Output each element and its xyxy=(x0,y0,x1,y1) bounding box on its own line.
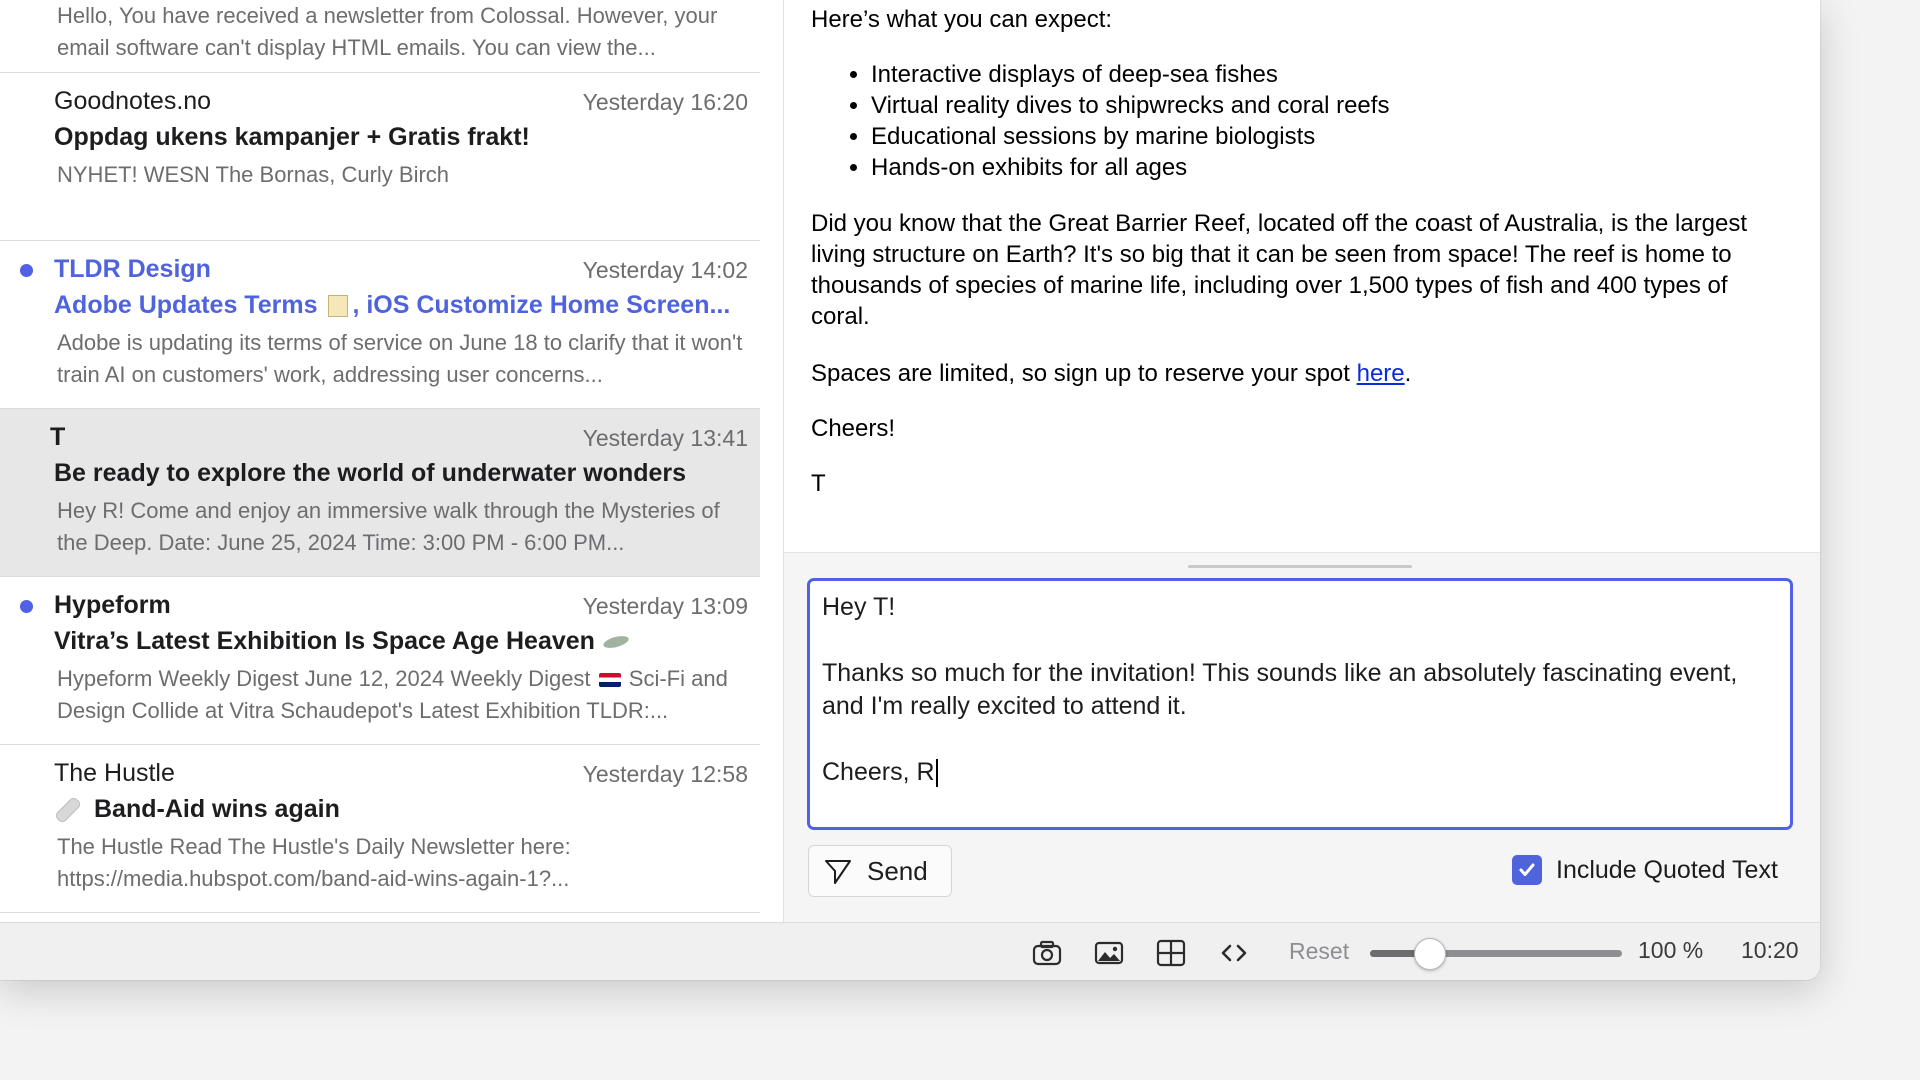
message-sender: The Hustle xyxy=(54,759,175,787)
memo-icon xyxy=(328,295,349,318)
message-subject: Be ready to explore the world of underwa… xyxy=(54,459,687,487)
list-item[interactable]: The Hustle Yesterday 12:58 Band-Aid wins… xyxy=(0,745,760,913)
message-list[interactable]: Hello, You have received a newsletter fr… xyxy=(0,0,760,922)
image-icon[interactable] xyxy=(1093,937,1125,969)
message-subject: Vitra’s Latest Exhibition Is Space Age H… xyxy=(54,627,744,656)
reply-panel: Hey T! Thanks so much for the invitation… xyxy=(784,552,1820,923)
list-item-selected[interactable]: T Yesterday 13:41 Be ready to explore th… xyxy=(0,409,760,577)
subject-part: Adobe Updates Terms xyxy=(54,291,325,319)
send-button[interactable]: Send xyxy=(808,845,952,897)
message-time: Yesterday 12:58 xyxy=(582,761,748,787)
bullet-item: Interactive displays of deep-sea fishes xyxy=(871,59,1389,90)
text-caret xyxy=(935,759,938,788)
bottom-toolbar: Reset 100 % 10:20 xyxy=(0,922,1820,980)
list-item[interactable]: Hypeform Yesterday 13:09 Vitra’s Latest … xyxy=(0,577,760,745)
list-item[interactable]: Goodnotes.no Yesterday 16:20 Oppdag uken… xyxy=(0,73,760,241)
mail-window: Hello, You have received a newsletter fr… xyxy=(0,0,1820,980)
message-sender: TLDR Design xyxy=(54,255,211,283)
message-subject: Band-Aid wins again xyxy=(54,795,744,824)
message-subject: Oppdag ukens kampanjer + Gratis frakt! xyxy=(54,123,530,151)
message-time: Yesterday 16:20 xyxy=(582,89,748,115)
message-sender: Hypeform xyxy=(54,591,171,619)
resize-handle[interactable] xyxy=(1188,565,1412,568)
reply-text-field[interactable]: Hey T! Thanks so much for the invitation… xyxy=(807,578,1793,830)
subject-text: Band-Aid wins again xyxy=(94,795,340,823)
message-body: Here’s what you can expect: Interactive … xyxy=(784,0,1820,552)
subject-part: , iOS Customize Home Screen... xyxy=(352,291,731,319)
send-icon xyxy=(825,860,851,884)
message-preview: NYHET! WESN The Bornas, Curly Birch xyxy=(57,162,450,187)
message-time: Yesterday 14:02 xyxy=(582,257,748,283)
unread-dot xyxy=(20,264,33,277)
subject-text: Vitra’s Latest Exhibition Is Space Age H… xyxy=(54,627,595,655)
body-closing: Cheers! xyxy=(811,415,896,442)
include-quoted-checkbox[interactable] xyxy=(1512,855,1542,885)
zoom-level: 100 % xyxy=(1638,937,1704,963)
include-quoted-toggle[interactable]: Include Quoted Text xyxy=(1512,855,1778,885)
message-sender: Goodnotes.no xyxy=(54,87,212,115)
message-sender: T xyxy=(50,423,66,451)
message-subject: Adobe Updates Terms , iOS Customize Home… xyxy=(54,291,744,320)
body-intro: Here’s what you can expect: xyxy=(811,6,1113,33)
checkmark-icon xyxy=(1519,863,1535,876)
body-signup: Spaces are limited, so sign up to reserv… xyxy=(811,358,1771,389)
clock-time: 10:20 xyxy=(1741,937,1799,963)
body-signature: T xyxy=(811,470,826,497)
signup-link[interactable]: here xyxy=(1357,360,1405,387)
bullet-item: Hands-on exhibits for all ages xyxy=(871,152,1389,183)
reset-button[interactable]: Reset xyxy=(1289,938,1349,965)
layout-icon[interactable] xyxy=(1155,937,1187,969)
code-icon[interactable] xyxy=(1218,937,1250,969)
message-preview: Hello, You have received a newsletter fr… xyxy=(57,3,718,60)
list-item[interactable]: Hello, You have received a newsletter fr… xyxy=(0,0,760,73)
include-quoted-label: Include Quoted Text xyxy=(1556,855,1778,884)
message-time: Yesterday 13:09 xyxy=(582,593,748,619)
message-preview: Hypeform Weekly Digest June 12, 2024 Wee… xyxy=(57,663,747,727)
reply-text: Hey T! Thanks so much for the invitation… xyxy=(822,593,1738,786)
bullet-item: Virtual reality dives to shipwrecks and … xyxy=(871,90,1389,121)
body-paragraph: Did you know that the Great Barrier Reef… xyxy=(811,210,1748,330)
send-label: Send xyxy=(867,855,928,886)
camera-icon[interactable] xyxy=(1031,937,1063,969)
flag-icon xyxy=(598,673,621,688)
unread-dot xyxy=(20,600,33,613)
bullet-item: Educational sessions by marine biologist… xyxy=(871,121,1389,152)
body-bullet-list: Interactive displays of deep-sea fishes … xyxy=(811,59,1389,183)
flying-saucer-icon xyxy=(602,634,630,651)
list-gutter xyxy=(760,0,784,922)
bandage-icon xyxy=(54,796,83,824)
signup-end: . xyxy=(1404,360,1412,387)
message-time: Yesterday 13:41 xyxy=(582,425,748,451)
zoom-slider-knob[interactable] xyxy=(1414,938,1447,970)
preview-part: Hypeform Weekly Digest June 12, 2024 Wee… xyxy=(57,666,597,691)
message-preview: The Hustle Read The Hustle's Daily Newsl… xyxy=(57,834,571,891)
message-preview: Adobe is updating its terms of service o… xyxy=(57,330,743,387)
signup-text: Spaces are limited, so sign up to reserv… xyxy=(811,360,1357,387)
list-item[interactable]: TLDR Design Yesterday 14:02 Adobe Update… xyxy=(0,241,760,409)
zoom-slider[interactable] xyxy=(1370,938,1622,970)
message-preview: Hey R! Come and enjoy an immersive walk … xyxy=(57,498,720,555)
